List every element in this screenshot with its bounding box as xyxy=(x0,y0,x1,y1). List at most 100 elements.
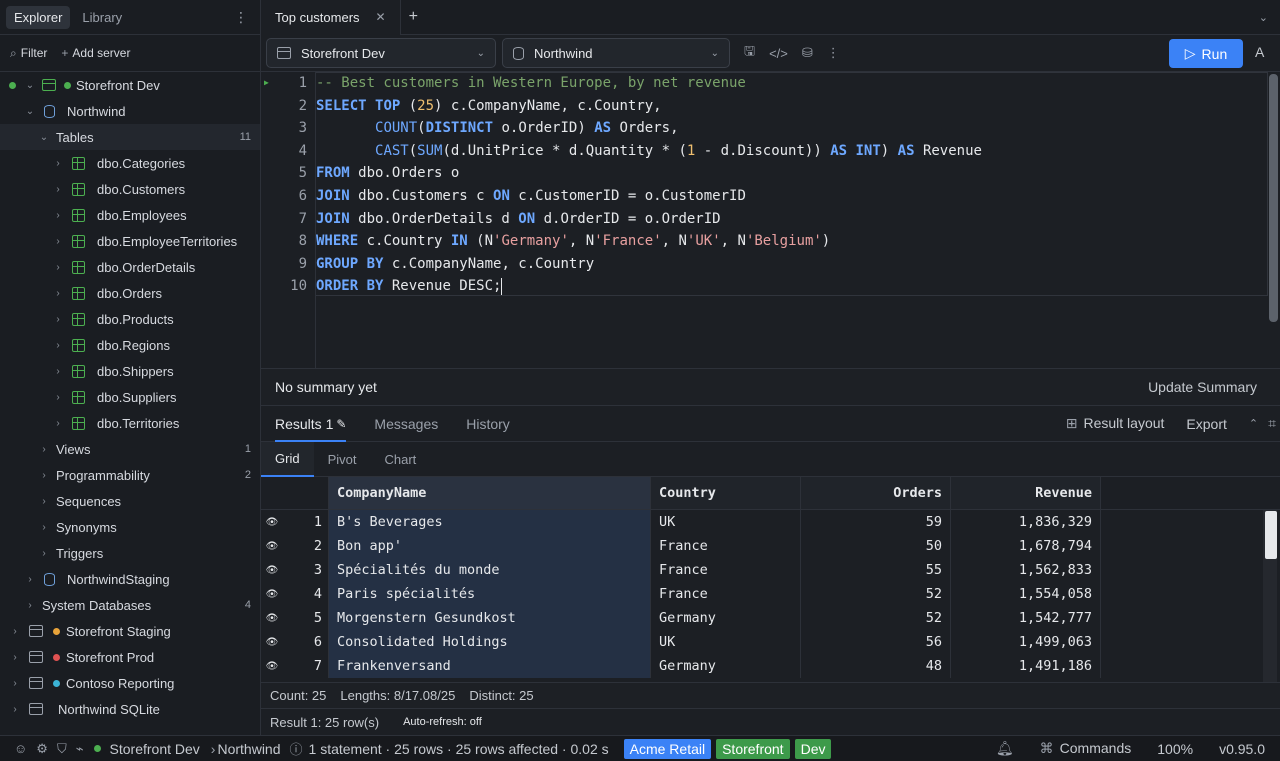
table-row[interactable]: 👁︎ 3 Spécialités du monde France 55 1,562,833 xyxy=(261,558,1280,582)
cell-revenue[interactable]: 1,542,777 xyxy=(951,606,1101,630)
chevron-right-icon[interactable]: › xyxy=(52,392,64,403)
cell-companyname[interactable]: Spécialités du monde xyxy=(329,558,651,582)
cell-country[interactable]: UK xyxy=(651,510,801,534)
add-server-button[interactable]: + Add server xyxy=(61,46,130,60)
status-database[interactable]: Northwind xyxy=(217,741,280,757)
chevron-right-icon[interactable]: › xyxy=(52,262,64,273)
chevron-right-icon[interactable]: › xyxy=(52,366,64,377)
auto-refresh-toggle[interactable]: Auto-refresh: off xyxy=(403,716,482,728)
cell-orders[interactable]: 56 xyxy=(801,630,951,654)
tab-chart[interactable]: Chart xyxy=(370,442,430,477)
chevron-right-icon[interactable]: › xyxy=(52,158,64,169)
tree-folder-synonyms[interactable]: › Synonyms xyxy=(0,514,260,540)
cell-orders[interactable]: 52 xyxy=(801,606,951,630)
cell-companyname[interactable]: Consolidated Holdings xyxy=(329,630,651,654)
tree-folder-triggers[interactable]: › Triggers xyxy=(0,540,260,566)
cell-revenue[interactable]: 1,836,329 xyxy=(951,510,1101,534)
cell-companyname[interactable]: Frankenversand xyxy=(329,654,651,678)
context-badge[interactable]: Storefront xyxy=(716,738,790,759)
chevron-down-icon[interactable]: ⌄ xyxy=(24,106,36,117)
edit-icon[interactable]: ✎ xyxy=(336,417,346,431)
result-layout-button[interactable]: ⊞ Result layout xyxy=(1066,415,1165,432)
chevron-right-icon[interactable]: › xyxy=(9,652,21,663)
cell-companyname[interactable]: Morgenstern Gesundkost xyxy=(329,606,651,630)
collapse-icon[interactable]: ⌃ xyxy=(1249,417,1258,430)
chevron-right-icon[interactable]: › xyxy=(24,600,36,611)
tree-table-item[interactable]: › dbo.Territories xyxy=(0,410,260,436)
cell-revenue[interactable]: 1,491,186 xyxy=(951,654,1101,678)
chevron-right-icon[interactable]: › xyxy=(52,236,64,247)
chevron-right-icon[interactable]: › xyxy=(38,548,50,559)
crop-icon[interactable]: ⌗ xyxy=(1268,415,1276,432)
tree-table-item[interactable]: › dbo.EmployeeTerritories xyxy=(0,228,260,254)
cell-country[interactable]: Germany xyxy=(651,654,801,678)
eye-icon[interactable]: 👁︎ xyxy=(261,630,283,654)
chevron-right-icon[interactable]: › xyxy=(38,522,50,533)
grid-scrollbar-thumb[interactable] xyxy=(1265,511,1277,559)
chevron-down-icon[interactable]: ⌄ xyxy=(24,80,36,91)
eye-icon[interactable]: 👁︎ xyxy=(261,606,283,630)
cell-revenue[interactable]: 1,554,058 xyxy=(951,582,1101,606)
cell-country[interactable]: Germany xyxy=(651,606,801,630)
chevron-right-icon[interactable]: › xyxy=(9,626,21,637)
activity-icon[interactable]: ⌁ xyxy=(76,741,84,757)
cell-revenue[interactable]: 1,499,063 xyxy=(951,630,1101,654)
eye-icon[interactable]: 👁︎ xyxy=(261,510,283,534)
tree-table-item[interactable]: › dbo.Products xyxy=(0,306,260,332)
cell-companyname[interactable]: Bon app' xyxy=(329,534,651,558)
cell-revenue[interactable]: 1,678,794 xyxy=(951,534,1101,558)
cell-revenue[interactable]: 1,562,833 xyxy=(951,558,1101,582)
more-options-icon[interactable]: ⋮ xyxy=(827,45,840,61)
zoom-level[interactable]: 100% xyxy=(1157,741,1193,757)
column-header-orders[interactable]: Orders xyxy=(801,477,951,509)
shield-icon[interactable]: ⛉ xyxy=(57,741,67,757)
table-row[interactable]: 👁︎ 7 Frankenversand Germany 48 1,491,186 xyxy=(261,654,1280,678)
tree-table-item[interactable]: › dbo.Shippers xyxy=(0,358,260,384)
cell-companyname[interactable]: Paris spécialités xyxy=(329,582,651,606)
chevron-right-icon[interactable]: › xyxy=(52,418,64,429)
tree-folder-sequences[interactable]: › Sequences xyxy=(0,488,260,514)
cell-orders[interactable]: 55 xyxy=(801,558,951,582)
filter-button[interactable]: ⌕ Filter xyxy=(10,46,47,61)
tree-table-item[interactable]: › dbo.OrderDetails xyxy=(0,254,260,280)
tree-server-item[interactable]: › Storefront Staging xyxy=(0,618,260,644)
cell-orders[interactable]: 52 xyxy=(801,582,951,606)
code-area[interactable]: -- Best customers in Western Europe, by … xyxy=(315,72,1268,368)
account-icon[interactable]: ☺ xyxy=(14,741,27,756)
tab-explorer[interactable]: Explorer xyxy=(6,5,71,29)
tree-database-northwindstaging[interactable]: › NorthwindStaging xyxy=(0,566,260,592)
table-row[interactable]: 👁︎ 1 B's Beverages UK 59 1,836,329 xyxy=(261,510,1280,534)
editor-scrollbar[interactable] xyxy=(1269,74,1278,322)
tree-server-item[interactable]: › Contoso Reporting xyxy=(0,670,260,696)
cell-orders[interactable]: 48 xyxy=(801,654,951,678)
cell-country[interactable]: France xyxy=(651,558,801,582)
new-tab-icon[interactable]: + xyxy=(409,8,418,26)
commands-button[interactable]: ⌘ Commands xyxy=(1040,740,1132,757)
bell-icon[interactable]: 🔔︎ xyxy=(996,740,1014,757)
cell-companyname[interactable]: B's Beverages xyxy=(329,510,651,534)
column-header-revenue[interactable]: Revenue xyxy=(951,477,1101,509)
database-settings-icon[interactable]: ⛁ xyxy=(802,45,813,61)
tree-table-item[interactable]: › dbo.Suppliers xyxy=(0,384,260,410)
tree-folder-programmability[interactable]: › Programmability 2 xyxy=(0,462,260,488)
chevron-down-icon[interactable]: ⌄ xyxy=(1259,11,1268,24)
eye-icon[interactable]: 👁︎ xyxy=(261,534,283,558)
tree-server-item[interactable]: › Storefront Prod xyxy=(0,644,260,670)
cell-orders[interactable]: 50 xyxy=(801,534,951,558)
font-size-button[interactable]: A xyxy=(1255,44,1264,60)
table-row[interactable]: 👁︎ 6 Consolidated Holdings UK 56 1,499,063 xyxy=(261,630,1280,654)
tab-library[interactable]: Library xyxy=(74,6,130,29)
chevron-right-icon[interactable]: › xyxy=(52,340,64,351)
chevron-right-icon[interactable]: › xyxy=(38,470,50,481)
eye-icon[interactable]: 👁︎ xyxy=(261,558,283,582)
cell-orders[interactable]: 59 xyxy=(801,510,951,534)
tab-top-customers[interactable]: Top customers ✕ xyxy=(261,0,401,35)
close-icon[interactable]: ✕ xyxy=(376,10,386,24)
tree-server-storefront-dev[interactable]: ⌄ Storefront Dev xyxy=(0,72,260,98)
server-select[interactable]: Storefront Dev ⌄ xyxy=(266,38,496,68)
tree-folder-views[interactable]: › Views 1 xyxy=(0,436,260,462)
results-grid[interactable]: CompanyName Country Orders Revenue 👁︎ 1 B'… xyxy=(261,477,1280,682)
tree-folder-tables[interactable]: ⌄ Tables 11 xyxy=(0,124,260,150)
eye-icon[interactable]: 👁︎ xyxy=(261,582,283,606)
chevron-right-icon[interactable]: › xyxy=(38,444,50,455)
